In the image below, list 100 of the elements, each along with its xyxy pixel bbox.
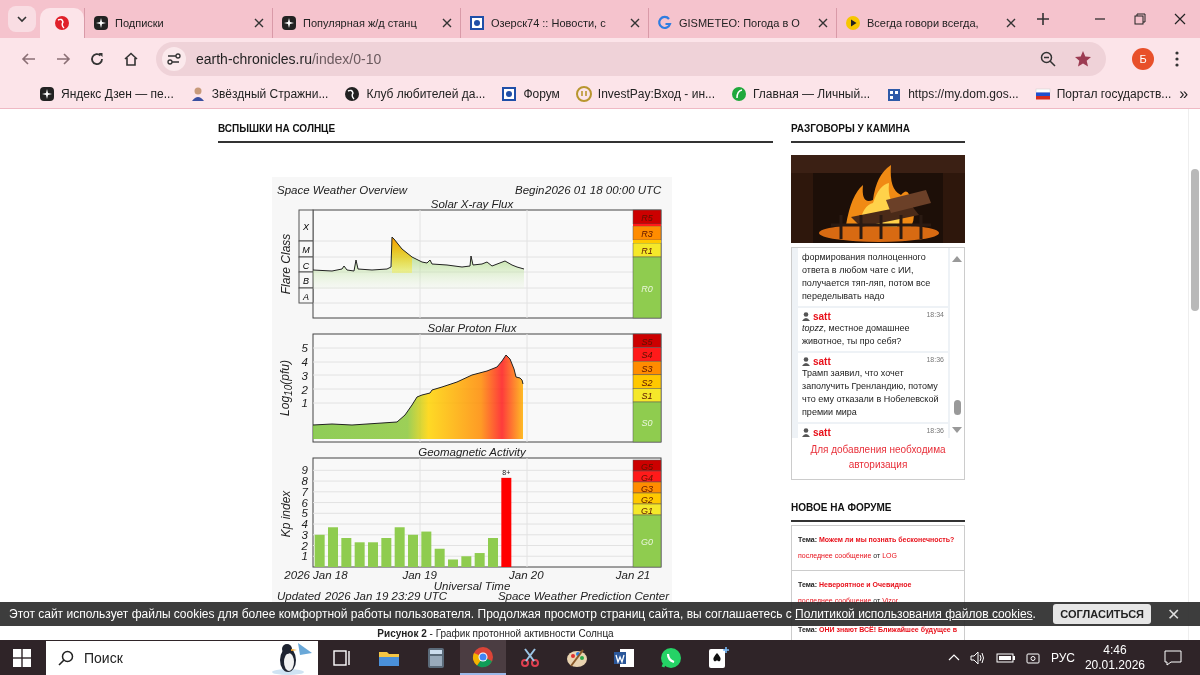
figure-caption: Рисунок 2 - График протонной активности Солнца (376, 628, 615, 639)
bookmark-item[interactable]: Главная — Личный... (723, 86, 879, 102)
back-icon[interactable] (21, 51, 37, 67)
menu-icon[interactable] (1175, 51, 1179, 67)
accept-button[interactable]: СОГЛАСИТЬСЯ (1053, 604, 1151, 624)
close-icon[interactable] (630, 18, 640, 28)
close-icon[interactable] (818, 18, 828, 28)
bookmark-item[interactable]: InvestPay:Вход - ин... (567, 86, 723, 102)
user-icon (802, 428, 810, 437)
scale-band: G3 (632, 481, 662, 494)
section-heading: РАЗГОВОРЫ У КАМИНА (791, 109, 965, 143)
close-icon[interactable] (1006, 18, 1016, 28)
axis-tick-label: 2026 Jan 18 (284, 569, 348, 581)
scale-band: G2 (632, 492, 662, 505)
reload-icon[interactable] (89, 51, 105, 67)
author-link[interactable]: satt (813, 311, 831, 322)
cookie-text: Этот сайт использует файлы cookies для более комфортной работы пользователя. Продолжая просмотр страниц сайта, вы соглашаетесь с Политикой использования файлов cookies. (9, 607, 1036, 621)
flare-class-box: M (298, 240, 314, 258)
scroll-up-icon[interactable] (952, 256, 962, 262)
zoom-out-icon[interactable] (1040, 51, 1056, 67)
author-link[interactable]: satt (813, 427, 831, 438)
battery-icon[interactable] (995, 651, 1016, 664)
chart-footer: 2026 Jan 19 23:29 UTC (325, 590, 448, 602)
search-icon (58, 649, 74, 666)
scale-band: S5 (632, 333, 662, 348)
axis-tick-label: 2 (301, 539, 308, 552)
login-notice: Для добавления необходима авторизация (809, 443, 947, 472)
author-link[interactable]: satt (813, 356, 831, 367)
scrollbar-thumb[interactable] (1191, 169, 1199, 311)
address-bar[interactable]: earth-chronicles.ru/index/0-10 (156, 42, 1106, 76)
bookmark-item[interactable]: Звёздный Стражни... (181, 86, 337, 102)
scale-band: G4 (632, 470, 662, 483)
axis-tick-label: 1 (301, 397, 308, 410)
camera-icon[interactable] (1025, 650, 1040, 665)
bookmark-item[interactable]: Яндекс Дзен — пе... (31, 86, 182, 102)
flare-class-box: A (298, 287, 314, 304)
close-icon[interactable] (254, 18, 264, 28)
close-icon[interactable] (1174, 13, 1186, 25)
app-icon (659, 645, 683, 670)
restore-icon[interactable] (1134, 13, 1146, 25)
axis-tick-label: 8 (301, 475, 308, 488)
axis-tick-label: Jan 19 (402, 569, 437, 581)
axis-tick-label: 9 (301, 464, 308, 477)
scale-band: G1 (632, 503, 662, 516)
scale-band: G0 (632, 514, 662, 568)
site-settings-icon[interactable] (162, 47, 186, 71)
close-button[interactable]: ✕ (1167, 604, 1180, 624)
favicon-icon (54, 15, 70, 31)
app-icon (706, 645, 730, 670)
clock[interactable]: 4:46 20.01.2026 (1084, 642, 1145, 673)
new-tab-icon[interactable] (1036, 12, 1050, 26)
axis-tick-label: 2 (301, 383, 308, 396)
scroll-down-icon[interactable] (952, 427, 962, 433)
policy-link[interactable]: Политикой использования файлов cookies (795, 607, 1033, 621)
speaker-icon[interactable] (969, 650, 986, 665)
user-icon (802, 312, 810, 321)
user-icon (802, 357, 810, 366)
axis-title: Universal Time (433, 580, 511, 592)
bookmark-star-icon[interactable] (1074, 50, 1092, 68)
section-heading: НОВОЕ НА ФОРУМЕ (791, 488, 965, 522)
message-text: формирования полноценного ответа в любом чате с ИИ, получается тяп-ляп, потом все переделывать надо (802, 251, 932, 303)
scrollbar-thumb[interactable] (953, 400, 961, 415)
close-icon[interactable] (442, 18, 452, 28)
bookmark-item[interactable]: Форум (493, 86, 568, 102)
chart-header: Space Weather Overview (277, 184, 408, 196)
message-text: Трамп заявил, что хочет заполучить Гренландию, потому что ему отказали в Нобелевской премии мира (802, 367, 940, 419)
favicon-icon (39, 86, 55, 102)
bookmark-item[interactable]: Клуб любителей да... (336, 86, 494, 102)
app-icon (471, 644, 495, 669)
axis-tick-label: 5 (301, 342, 308, 355)
scale-band: S4 (632, 347, 662, 362)
axis-tick-label: 4 (301, 356, 308, 368)
profile-avatar[interactable]: Б (1132, 48, 1154, 70)
language-indicator[interactable]: РУС (1050, 650, 1075, 665)
panel-title: Solar X-ray Flux (430, 198, 514, 210)
home-icon[interactable] (123, 51, 139, 67)
forward-icon[interactable] (55, 51, 71, 67)
browser-tab[interactable] (40, 8, 84, 38)
favicon-icon (344, 86, 361, 102)
flare-class-box: X (298, 209, 314, 242)
chart-footer: Updated (277, 590, 321, 602)
favicon-icon (845, 15, 861, 31)
scale-band: R0 (632, 256, 662, 319)
axis-tick-label: 3 (301, 369, 308, 382)
scale-band: S2 (632, 374, 662, 389)
chart-footer: Space Weather Prediction Center (497, 590, 669, 602)
favicon-icon (886, 86, 903, 102)
more-bookmarks-button[interactable]: » (1179, 85, 1189, 103)
tab-search-button[interactable] (8, 6, 36, 32)
axis-tick-label: 7 (301, 485, 308, 498)
start-icon[interactable] (13, 648, 31, 667)
scale-band: S1 (632, 388, 662, 403)
favicon-icon (189, 86, 206, 102)
bookmark-item[interactable]: Портал государств... (1026, 86, 1180, 102)
axis-tick-label: 4 (301, 518, 308, 531)
chart-header: 2026 01 18 00:00 UTC (545, 184, 662, 196)
notifications-icon[interactable] (1164, 649, 1182, 666)
favicon-icon (281, 15, 297, 31)
bookmark-item[interactable]: https://my.dom.gos... (878, 86, 1027, 102)
scale-band: R1 (632, 242, 662, 258)
